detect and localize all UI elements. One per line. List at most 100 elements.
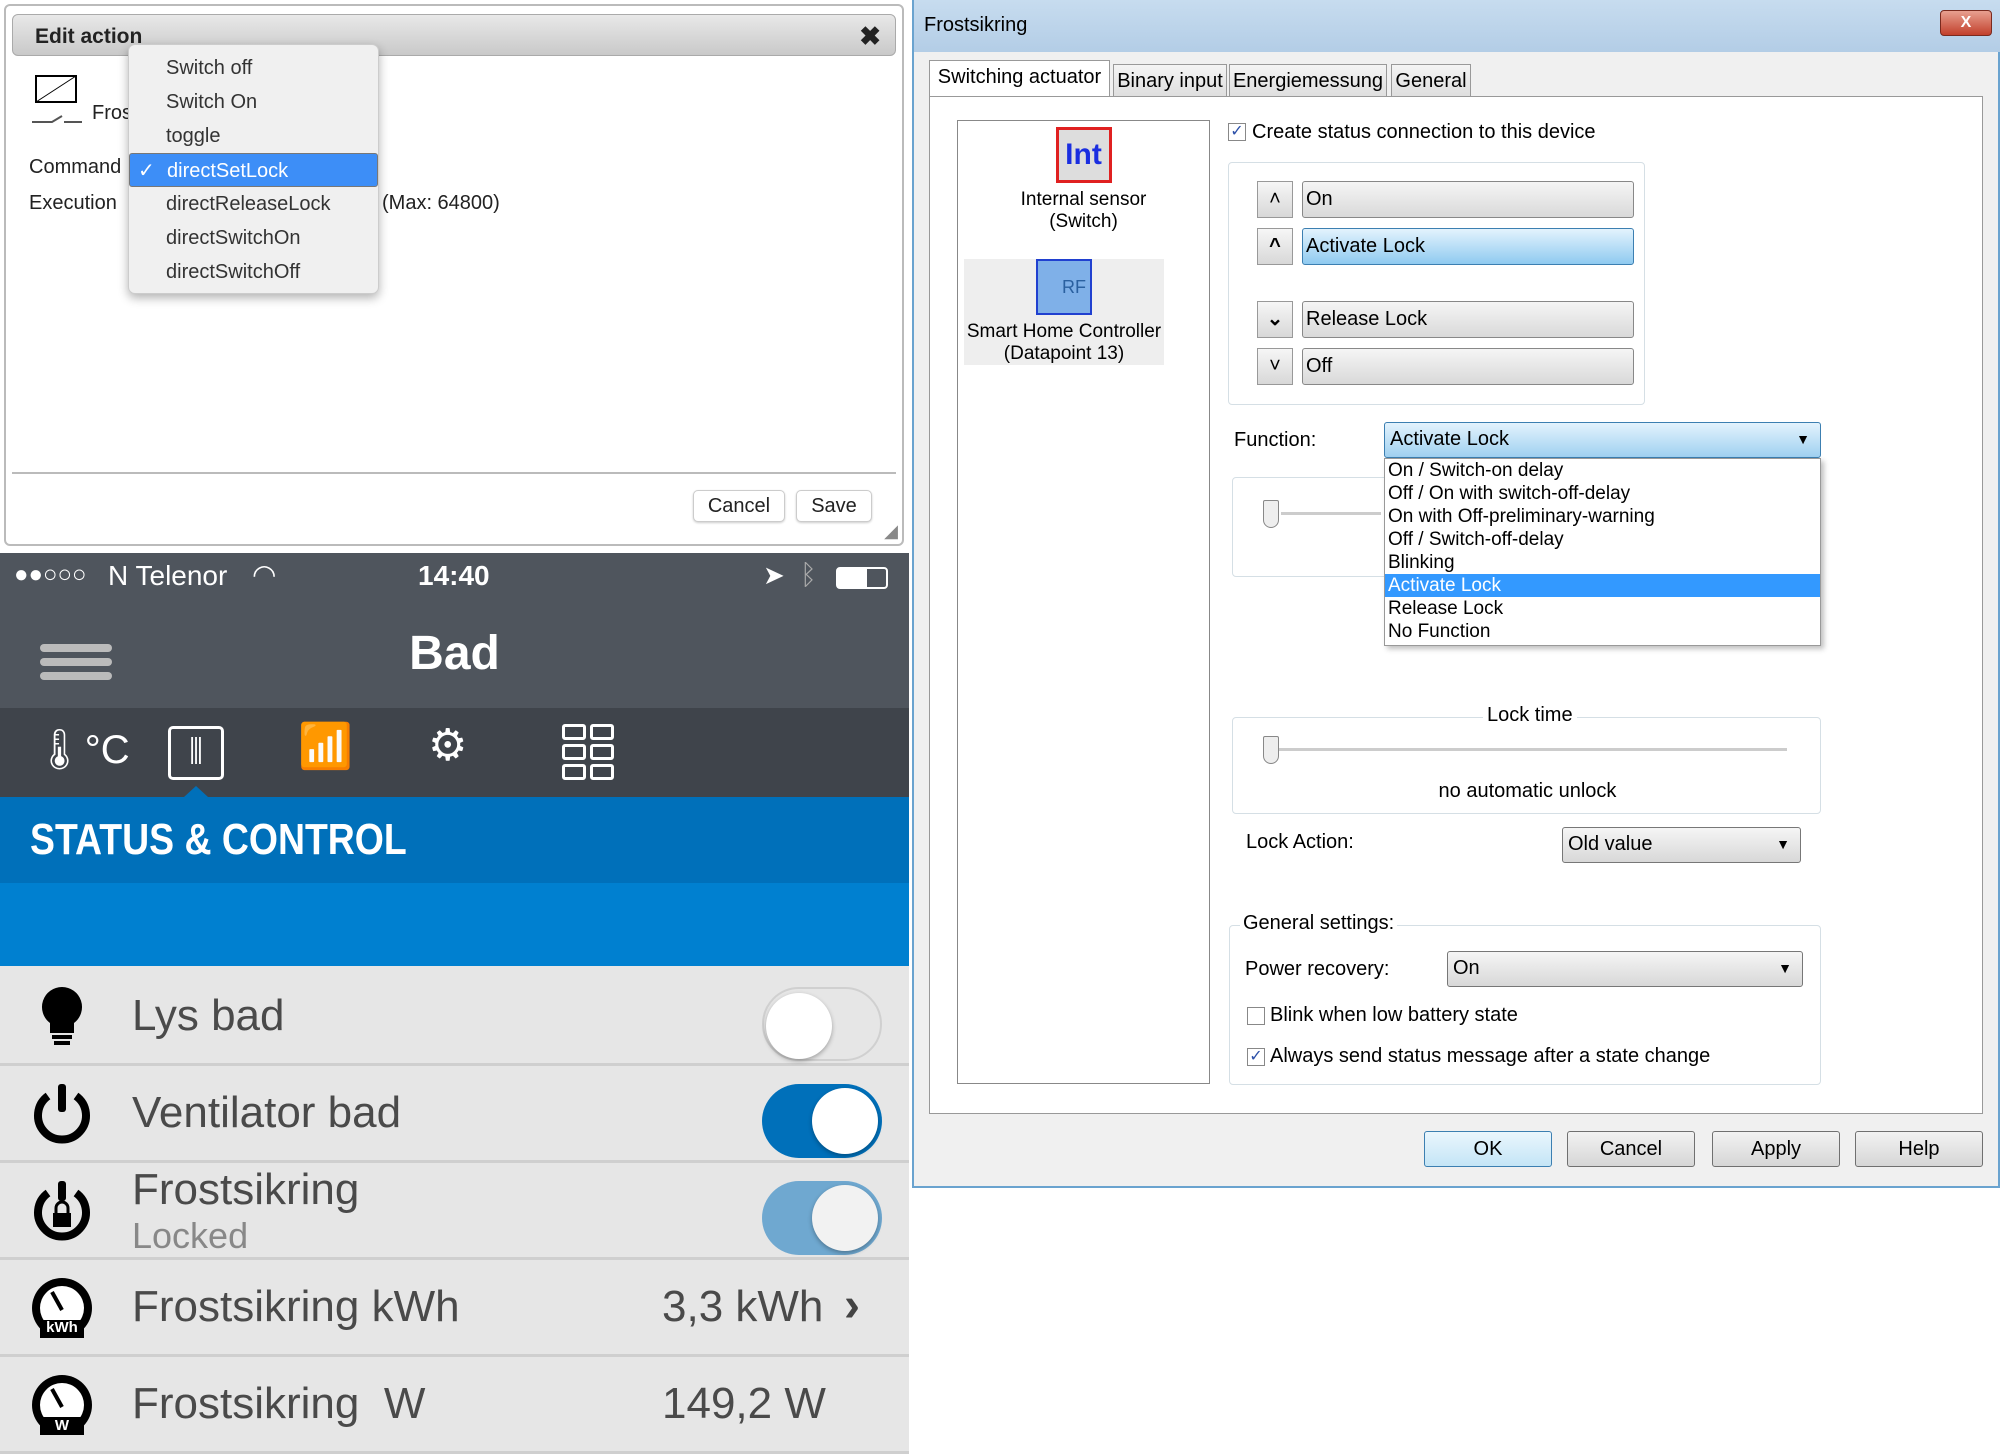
lightbulb-icon	[42, 987, 82, 1045]
option-label: directSwitchOff	[166, 261, 301, 283]
function-option[interactable]: Off / Switch-off-delay	[1385, 528, 1820, 551]
help-button[interactable]: Help	[1855, 1131, 1983, 1167]
clock: 14:40	[418, 560, 490, 591]
chevron-right-icon[interactable]: ›	[844, 1278, 860, 1333]
dropdown-arrow-icon: ▼	[1776, 836, 1790, 852]
divider	[12, 472, 896, 474]
create-status-checkbox[interactable]: ✓	[1228, 123, 1246, 141]
command-option[interactable]: directReleaseLock	[129, 187, 378, 221]
lock-time-slider-thumb[interactable]	[1263, 736, 1279, 764]
power-recovery-select[interactable]: On ▼	[1447, 951, 1803, 987]
toggle-switch-off[interactable]	[762, 987, 882, 1061]
command-option[interactable]: toggle	[129, 119, 378, 153]
create-status-label: Create status connection to this device	[1252, 121, 1596, 143]
general-settings-legend: General settings:	[1240, 912, 1398, 935]
option-label: Switch On	[166, 91, 258, 113]
tab-switching-actuator[interactable]: Switching actuator	[929, 60, 1110, 97]
function-option[interactable]: Blinking	[1385, 551, 1820, 574]
device-list: Int Internal sensor (Switch) RF Smart Ho…	[957, 120, 1210, 1084]
command-option[interactable]: directSwitchOff	[129, 255, 378, 289]
function-label: Function:	[1234, 429, 1317, 451]
blink-checkbox[interactable]	[1247, 1007, 1265, 1025]
delay-slider-thumb[interactable]	[1263, 500, 1279, 528]
lock-time-slider-track[interactable]	[1273, 748, 1787, 751]
apply-button[interactable]: Apply	[1712, 1131, 1840, 1167]
internal-sensor-icon: Int	[1055, 127, 1112, 183]
command-option[interactable]: Switch On	[129, 85, 378, 119]
release-lock-button[interactable]: Release Lock	[1302, 301, 1634, 338]
command-dropdown-list[interactable]: Switch off Switch On toggle ✓ directSetLo…	[128, 44, 379, 294]
function-dropdown-list[interactable]: On / Switch-on delay Off / On with switc…	[1384, 458, 1821, 646]
function-option[interactable]: No Function	[1385, 620, 1820, 643]
bluetooth-icon: ᛒ	[800, 559, 817, 590]
delay-slider-track[interactable]	[1281, 512, 1381, 515]
lock-action-select[interactable]: Old value ▼	[1562, 827, 1801, 863]
function-option[interactable]: Off / On with switch-off-delay	[1385, 482, 1820, 505]
arrow-up-bold-icon[interactable]: ^	[1257, 228, 1293, 265]
tab-binary-input[interactable]: Binary input	[1113, 64, 1227, 97]
close-button[interactable]: X	[1940, 10, 1992, 36]
lock-action-value: Old value	[1568, 833, 1653, 855]
list-item[interactable]: W Frostsikring W 149,2 W	[0, 1357, 909, 1454]
resize-handle-icon[interactable]: ◢	[884, 521, 898, 542]
mobile-app: ●●○○○ N Telenor ◠ 14:40 ➤ ᛒ Bad 🌡°C ⫼ 📶 …	[0, 553, 909, 1454]
arrow-up-small-icon[interactable]: ˄	[1257, 181, 1293, 218]
tab-energiemessung[interactable]: Energiemessung	[1229, 64, 1387, 97]
function-value: Activate Lock	[1390, 428, 1509, 450]
list-item[interactable]: Frostsikring Locked	[0, 1163, 909, 1260]
cancel-button[interactable]: Cancel	[693, 490, 785, 522]
device-sublabel: (Switch)	[1049, 211, 1118, 232]
power-icon	[34, 1084, 90, 1144]
device-item[interactable]: Int Internal sensor (Switch)	[958, 127, 1209, 233]
item-name: Frostsikring	[132, 1165, 360, 1214]
item-value: 149,2 W	[662, 1379, 826, 1428]
arrow-down-bold-icon[interactable]: ⌄	[1257, 301, 1293, 338]
tab-temperature[interactable]: 🌡°C	[34, 726, 130, 773]
function-select[interactable]: Activate Lock ▼	[1384, 422, 1821, 458]
item-name: Frostsikring W	[132, 1379, 426, 1428]
function-option-selected[interactable]: Activate Lock	[1385, 574, 1820, 597]
toggle-switch-locked[interactable]	[762, 1181, 882, 1255]
arrow-down-small-icon[interactable]: ˅	[1257, 348, 1293, 385]
device-switch-icon	[32, 75, 82, 123]
ok-button[interactable]: OK	[1424, 1131, 1552, 1167]
item-name: Lys bad	[132, 991, 285, 1040]
meter-kwh-icon: kWh	[32, 1278, 92, 1338]
smart-home-controller-icon: RF	[1036, 259, 1092, 315]
save-button[interactable]: Save	[796, 490, 872, 522]
tab-general[interactable]: General	[1391, 64, 1471, 97]
section-title: STATUS & CONTROL	[30, 815, 407, 864]
command-option[interactable]: Switch off	[129, 51, 378, 85]
dialog-title: Edit action	[35, 25, 143, 48]
off-button[interactable]: Off	[1302, 348, 1634, 385]
cancel-button[interactable]: Cancel	[1567, 1131, 1695, 1167]
grid-icon[interactable]	[562, 724, 614, 780]
activate-lock-button[interactable]: Activate Lock	[1302, 228, 1634, 265]
lock-time-group: Lock time no automatic unlock	[1232, 704, 1821, 814]
general-settings-group: General settings: Power recovery: On ▼ Bl…	[1229, 912, 1821, 1085]
option-label: toggle	[166, 125, 221, 147]
sliders-icon[interactable]: ⫼	[168, 726, 224, 780]
chart-icon[interactable]: 📶	[298, 720, 353, 772]
lock-action-label: Lock Action:	[1246, 831, 1354, 853]
gears-icon[interactable]: ⚙	[428, 720, 467, 771]
thermometer-icon: 🌡	[34, 728, 85, 772]
function-option[interactable]: On / Switch-on delay	[1385, 459, 1820, 482]
always-send-checkbox[interactable]: ✓	[1247, 1048, 1265, 1066]
list-item[interactable]: kWh Frostsikring kWh 3,3 kWh ›	[0, 1260, 909, 1357]
toggle-switch-on[interactable]	[762, 1084, 882, 1158]
close-icon[interactable]: ✖	[859, 21, 881, 52]
list-item[interactable]: Ventilator bad	[0, 1066, 909, 1163]
window-title: Frostsikring	[924, 14, 1028, 36]
list-item[interactable]: Lys bad	[0, 969, 909, 1066]
nav-header: Bad	[0, 602, 909, 708]
on-button[interactable]: On	[1302, 181, 1634, 218]
device-item[interactable]: RF Smart Home Controller (Datapoint 13)	[964, 259, 1164, 365]
option-label: Switch off	[166, 57, 253, 79]
function-option[interactable]: On with Off-preliminary-warning	[1385, 505, 1820, 528]
command-option-selected[interactable]: ✓ directSetLock	[129, 153, 378, 187]
item-name: Ventilator bad	[132, 1088, 402, 1137]
command-option[interactable]: directSwitchOn	[129, 221, 378, 255]
lock-time-legend: Lock time	[1483, 704, 1577, 727]
function-option[interactable]: Release Lock	[1385, 597, 1820, 620]
